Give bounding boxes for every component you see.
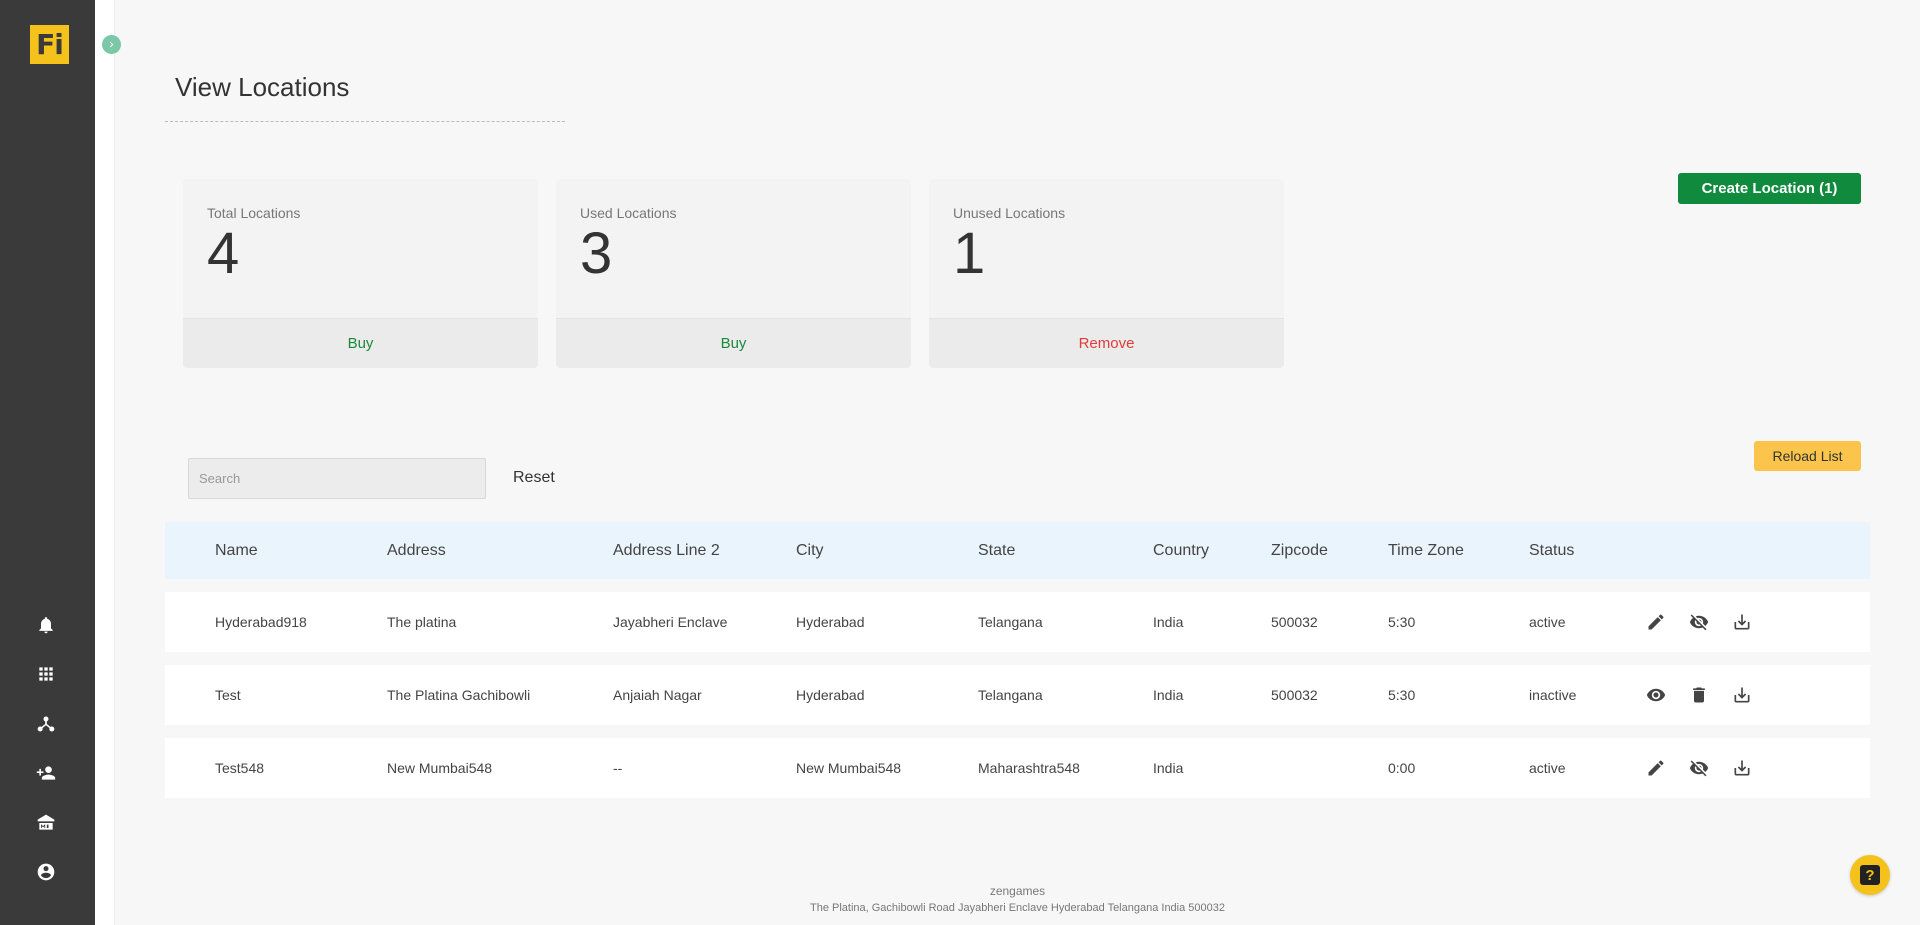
cell-address-line-2: Jayabheri Enclave	[613, 614, 728, 630]
hub-icon[interactable]	[35, 713, 57, 735]
sidebar-toggle-icon[interactable]	[102, 35, 121, 54]
cell-city: Hyderabad	[796, 687, 865, 703]
footer: zengames The Platina, Gachibowli Road Ja…	[115, 884, 1920, 914]
cell-zipcode: 500032	[1271, 614, 1318, 630]
card-value: 3	[580, 221, 613, 286]
create-location-button[interactable]: Create Location (1)	[1678, 173, 1861, 204]
column-header[interactable]: Address Line 2	[613, 522, 720, 579]
row-actions	[1645, 592, 1753, 652]
card-label: Used Locations	[580, 205, 677, 221]
cell-name: Test548	[215, 760, 265, 776]
reload-list-button[interactable]: Reload List	[1754, 441, 1861, 471]
column-header[interactable]: Country	[1153, 522, 1209, 579]
delete-icon[interactable]	[1688, 684, 1710, 706]
card-total-locations: Total Locations 4 Buy	[183, 179, 538, 368]
remove-unused-button[interactable]: Remove	[929, 318, 1284, 368]
column-header[interactable]: Zipcode	[1271, 522, 1328, 579]
buy-total-button[interactable]: Buy	[183, 318, 538, 368]
card-value: 4	[207, 221, 240, 286]
row-actions	[1645, 738, 1753, 798]
table-row: Test The Platina Gachibowli Anjaiah Naga…	[165, 665, 1870, 725]
column-header[interactable]: State	[978, 522, 1015, 579]
cell-status: inactive	[1529, 687, 1577, 703]
download-icon[interactable]	[1731, 757, 1753, 779]
download-icon[interactable]	[1731, 611, 1753, 633]
title-divider	[165, 121, 565, 122]
sidebar: Fi	[0, 0, 95, 925]
sidebar-gutter	[95, 0, 115, 925]
card-value: 1	[953, 221, 986, 286]
cell-city: Hyderabad	[796, 614, 865, 630]
cell-address: New Mumbai548	[387, 760, 493, 776]
page-title: View Locations	[175, 72, 350, 102]
cell-state: Maharashtra548	[978, 760, 1080, 776]
visibility-icon[interactable]	[1645, 684, 1667, 706]
apps-grid-icon[interactable]	[35, 663, 57, 685]
cell-time-zone: 0:00	[1388, 760, 1416, 776]
account-icon[interactable]	[35, 861, 57, 883]
cell-address-line-2: --	[613, 760, 623, 776]
column-header[interactable]: Name	[215, 522, 258, 579]
footer-company: zengames	[989, 884, 1046, 898]
visibility-off-icon[interactable]	[1688, 757, 1710, 779]
table-header: Name Address Address Line 2 City State C…	[165, 522, 1870, 579]
add-user-icon[interactable]	[35, 762, 57, 784]
download-icon[interactable]	[1731, 684, 1753, 706]
card-label: Unused Locations	[953, 205, 1066, 221]
card-unused-locations: Unused Locations 1 Remove	[929, 179, 1284, 368]
column-header[interactable]: Time Zone	[1388, 522, 1464, 579]
buy-used-button[interactable]: Buy	[556, 318, 911, 368]
table-row: Hyderabad918 The platina Jayabheri Encla…	[165, 592, 1870, 652]
cell-status: active	[1529, 614, 1566, 630]
table-row: Test548 New Mumbai548 -- New Mumbai548 M…	[165, 738, 1870, 798]
cell-time-zone: 5:30	[1388, 687, 1416, 703]
bank-icon[interactable]	[35, 812, 57, 834]
cell-country: India	[1153, 687, 1184, 703]
cell-name: Hyderabad918	[215, 614, 307, 630]
cell-state: Telangana	[978, 687, 1043, 703]
cell-country: India	[1153, 614, 1184, 630]
edit-icon[interactable]	[1645, 757, 1667, 779]
footer-address: The Platina, Gachibowli Road Jayabheri E…	[809, 902, 1226, 914]
cell-time-zone: 5:30	[1388, 614, 1416, 630]
bell-icon[interactable]	[35, 614, 57, 636]
logo-text: Fi	[36, 28, 64, 61]
help-icon[interactable]: ?	[1850, 855, 1890, 895]
visibility-off-icon[interactable]	[1688, 611, 1710, 633]
search-input[interactable]	[188, 458, 486, 499]
cell-city: New Mumbai548	[796, 760, 902, 776]
row-actions	[1645, 665, 1753, 725]
column-header[interactable]: Status	[1529, 522, 1574, 579]
reset-button[interactable]: Reset	[513, 469, 555, 487]
app-logo[interactable]: Fi	[30, 25, 69, 64]
cell-address-line-2: Anjaiah Nagar	[613, 687, 702, 703]
cell-state: Telangana	[978, 614, 1043, 630]
cell-zipcode: 500032	[1271, 687, 1318, 703]
card-used-locations: Used Locations 3 Buy	[556, 179, 911, 368]
cell-address: The platina	[387, 614, 457, 630]
cell-address: The Platina Gachibowli	[387, 687, 531, 703]
cell-country: India	[1153, 760, 1184, 776]
cell-status: active	[1529, 760, 1566, 776]
cell-name: Test	[215, 687, 241, 703]
edit-icon[interactable]	[1645, 611, 1667, 633]
column-header[interactable]: City	[796, 522, 824, 579]
card-label: Total Locations	[207, 205, 301, 221]
column-header[interactable]: Address	[387, 522, 446, 579]
